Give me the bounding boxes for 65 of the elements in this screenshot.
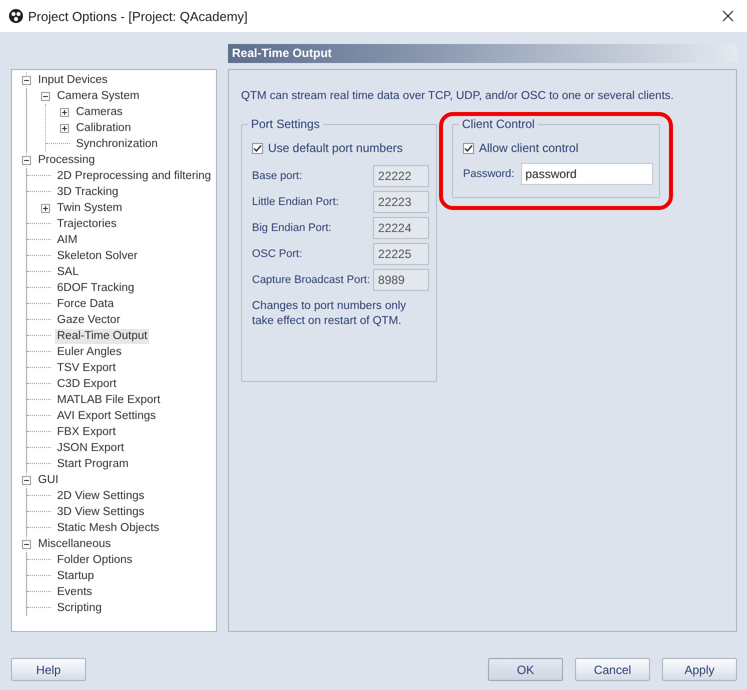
tree-item[interactable]: Cameras bbox=[74, 104, 125, 120]
note-text: Changes to port numbers only take effect on restart of QTM. bbox=[252, 299, 408, 329]
group-title: Port Settings bbox=[248, 117, 323, 131]
expand-icon[interactable] bbox=[41, 204, 50, 212]
tree-item[interactable]: Miscellaneous bbox=[36, 536, 113, 552]
tree-item[interactable]: Start Program bbox=[55, 456, 131, 472]
tree-item[interactable]: MATLAB File Export bbox=[55, 392, 162, 408]
tree-item[interactable]: Events bbox=[55, 584, 94, 600]
tree-item[interactable]: Synchronization bbox=[74, 136, 160, 152]
tree-item[interactable]: 6DOF Tracking bbox=[55, 280, 136, 296]
tree-item[interactable]: AVI Export Settings bbox=[55, 408, 158, 424]
field-label: Base port: bbox=[252, 170, 304, 182]
field-label: Password: bbox=[463, 168, 514, 180]
dialog-button[interactable]: Help bbox=[11, 658, 86, 681]
tree-item[interactable]: Skeleton Solver bbox=[55, 248, 140, 264]
tree-item[interactable]: Trajectories bbox=[55, 216, 119, 232]
tree-item[interactable]: Scripting bbox=[55, 600, 104, 616]
tree-item[interactable]: 2D Preprocessing and filtering bbox=[55, 168, 214, 184]
app-logo-icon bbox=[9, 9, 23, 23]
collapse-icon[interactable] bbox=[41, 92, 50, 100]
tree-item[interactable]: 3D View Settings bbox=[55, 504, 146, 520]
collapse-icon[interactable] bbox=[22, 76, 31, 84]
checkbox[interactable] bbox=[252, 142, 263, 154]
tree-item[interactable]: Startup bbox=[55, 568, 96, 584]
tree-item[interactable]: Calibration bbox=[74, 120, 133, 136]
tree-item[interactable]: 3D Tracking bbox=[55, 184, 120, 200]
tree-item[interactable]: GUI bbox=[36, 472, 60, 488]
description-text: QTM can stream real time data over TCP, UDP, and/or OSC to one or several clients. bbox=[241, 90, 675, 102]
field-label: Little Endian Port: bbox=[252, 196, 340, 208]
field-label: Big Endian Port: bbox=[252, 222, 332, 234]
collapse-icon[interactable] bbox=[22, 540, 31, 548]
tree-item[interactable]: Folder Options bbox=[55, 552, 134, 568]
tree-item[interactable]: C3D Export bbox=[55, 376, 118, 392]
checkbox-label: Use default port numbers bbox=[268, 141, 403, 155]
tree-item[interactable]: Force Data bbox=[55, 296, 116, 312]
checkbox[interactable] bbox=[463, 142, 474, 154]
field-label: OSC Port: bbox=[252, 248, 304, 260]
tree-item[interactable]: Input Devices bbox=[36, 72, 110, 88]
tree-item[interactable]: Gaze Vector bbox=[55, 312, 122, 328]
tree-item[interactable]: Twin System bbox=[55, 200, 124, 216]
window-title: Project Options - [Project: QAcademy] bbox=[28, 8, 249, 24]
tree-item[interactable]: 2D View Settings bbox=[55, 488, 146, 504]
group-title: Client Control bbox=[459, 117, 538, 131]
page-header: Real-Time Output bbox=[228, 44, 737, 63]
tree-item[interactable]: Euler Angles bbox=[55, 344, 124, 360]
collapse-icon[interactable] bbox=[22, 156, 31, 164]
tree-item[interactable]: FBX Export bbox=[55, 424, 118, 440]
checkbox-label: Allow client control bbox=[479, 141, 578, 155]
close-icon[interactable] bbox=[722, 10, 734, 22]
field-label: Capture Broadcast Port: bbox=[252, 274, 370, 286]
tree-item[interactable]: AIM bbox=[55, 232, 80, 248]
tree-item[interactable]: SAL bbox=[55, 264, 81, 280]
dialog-button[interactable]: Apply bbox=[662, 658, 737, 681]
tree-item[interactable]: Real-Time Output bbox=[55, 328, 150, 344]
dialog-button[interactable]: OK bbox=[488, 658, 563, 681]
tree-item[interactable]: TSV Export bbox=[55, 360, 118, 376]
tree-item[interactable]: Camera System bbox=[55, 88, 142, 104]
tree-item[interactable]: JSON Export bbox=[55, 440, 126, 456]
tree-item[interactable]: Static Mesh Objects bbox=[55, 520, 162, 536]
collapse-icon[interactable] bbox=[22, 476, 31, 484]
dialog-button[interactable]: Cancel bbox=[575, 658, 650, 681]
expand-icon[interactable] bbox=[60, 124, 69, 132]
password-field[interactable]: password bbox=[521, 163, 654, 185]
expand-icon[interactable] bbox=[60, 108, 69, 116]
tree-item[interactable]: Processing bbox=[36, 152, 97, 168]
